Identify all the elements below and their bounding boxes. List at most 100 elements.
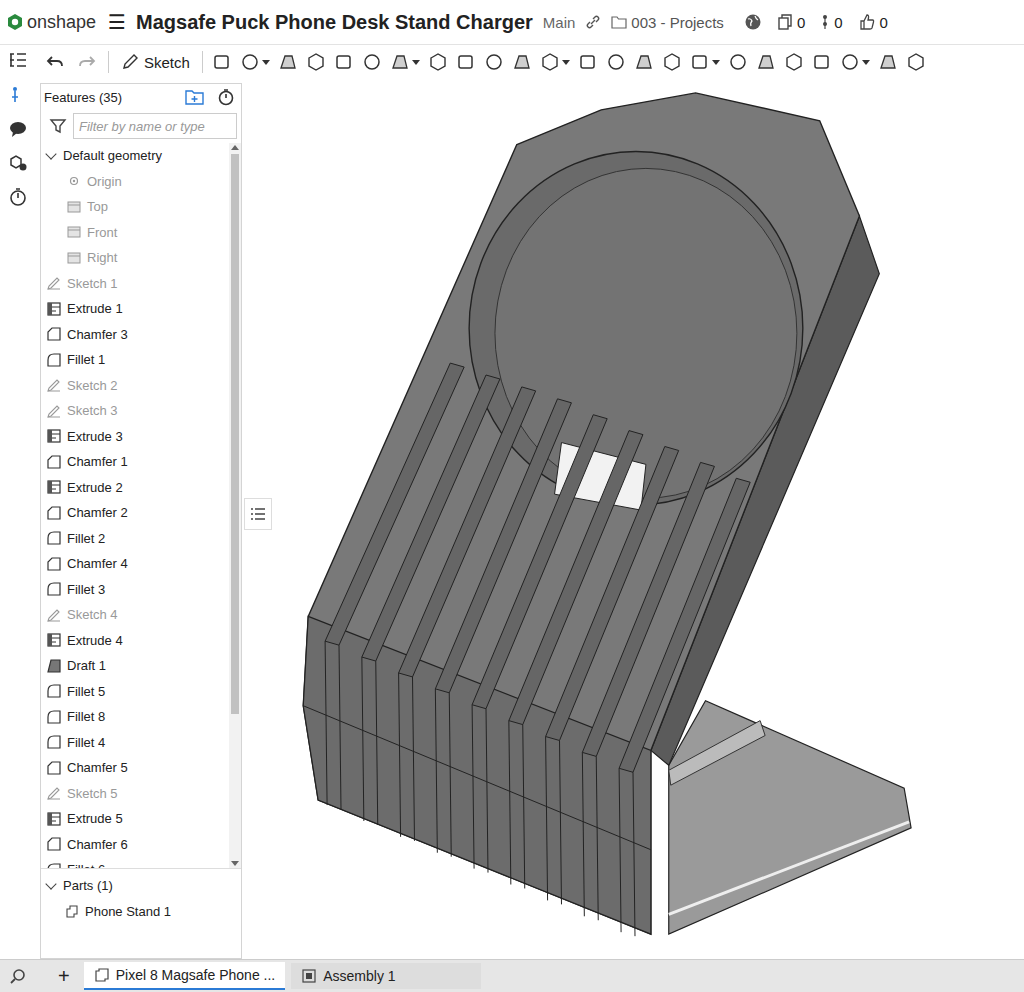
feature-item[interactable]: Sketch 3 [41,398,229,424]
folder-link[interactable]: 003 - Projects [611,14,724,31]
geometry-item[interactable]: Top [41,194,229,220]
rollback-timer-icon[interactable] [217,88,235,106]
scroll-thumb[interactable] [231,154,239,714]
document-tab[interactable]: Pixel 8 Magsafe Phone ... [84,962,286,990]
stopwatch-icon[interactable] [8,187,28,207]
geometry-item[interactable]: Origin [41,169,229,195]
counter[interactable]: 0 [859,14,888,31]
toolbar-tool[interactable] [275,52,301,72]
part-item[interactable]: Phone Stand 1 [41,899,241,925]
phone-stand-model[interactable] [242,83,1024,959]
dropdown-caret-icon[interactable] [862,60,870,65]
counter[interactable]: 0 [821,14,842,31]
scroll-up-icon[interactable] [231,145,239,150]
feature-item[interactable]: Extrude 4 [41,628,229,654]
feature-item[interactable]: Sketch 2 [41,373,229,399]
chamfer-icon [47,327,61,341]
feature-item[interactable]: Sketch 1 [41,271,229,297]
feature-item[interactable]: Fillet 2 [41,526,229,552]
add-tab-button[interactable]: + [50,965,78,988]
feature-item[interactable]: Sketch 5 [41,781,229,807]
dropdown-caret-icon[interactable] [562,60,570,65]
feature-item[interactable]: Fillet 5 [41,679,229,705]
feature-item[interactable]: Fillet 3 [41,577,229,603]
toolbar-tool[interactable] [537,52,573,72]
feature-item[interactable]: Extrude 3 [41,424,229,450]
toolbar-tool[interactable] [659,52,685,72]
feature-item[interactable]: Chamfer 3 [41,322,229,348]
search-icon[interactable] [10,968,26,984]
feature-item[interactable]: Fillet 4 [41,730,229,756]
toolbar-tool[interactable] [837,52,873,72]
branch-label[interactable]: Main [543,14,576,31]
geometry-item[interactable]: Right [41,245,229,271]
toolbar-tool[interactable] [753,52,779,72]
toolbar-tool[interactable] [481,52,507,72]
toolbar-tool[interactable] [303,52,329,72]
toolbar-tool[interactable] [331,52,357,72]
chevron-icon[interactable] [45,148,56,159]
toolbar-tool[interactable] [725,52,751,72]
onshape-logo[interactable]: onshape [6,12,96,33]
undo-icon[interactable] [46,53,64,71]
add-folder-icon[interactable] [185,88,205,106]
dropdown-caret-icon[interactable] [712,60,720,65]
toolbar-tool[interactable] [237,52,273,72]
feature-label: Fillet 6 [67,862,105,868]
feature-label: Chamfer 4 [67,556,128,571]
feature-item[interactable]: Draft 1 [41,653,229,679]
feature-item[interactable]: Fillet 8 [41,704,229,730]
toolbar-tool[interactable] [781,52,807,72]
toolbar-tool[interactable] [209,52,235,72]
default-geometry-group[interactable]: Default geometry [41,143,229,169]
feature-list-icon[interactable] [8,51,28,71]
toolbar-tool[interactable] [509,52,535,72]
menu-button[interactable]: ☰ [108,10,126,34]
split-icon [690,52,710,72]
feature-item[interactable]: Fillet 1 [41,347,229,373]
feature-item[interactable]: Chamfer 4 [41,551,229,577]
toolbar-tool[interactable] [875,52,901,72]
variables-icon[interactable] [8,85,28,105]
chevron-icon[interactable] [45,878,56,889]
feature-item[interactable]: Extrude 1 [41,296,229,322]
feature-item[interactable]: Sketch 4 [41,602,229,628]
scroll-down-icon[interactable] [231,861,239,866]
parts-group[interactable]: Parts (1) [41,873,241,899]
toolbar-tool[interactable] [387,52,423,72]
toolbar-tool[interactable] [425,52,451,72]
toolbar-tool[interactable] [603,52,629,72]
toolbar-tool[interactable] [631,52,657,72]
dropdown-caret-icon[interactable] [412,60,420,65]
feature-item[interactable]: Chamfer 2 [41,500,229,526]
toolbar-tool[interactable] [453,52,479,72]
graphics-area[interactable] [242,83,1024,959]
filter-input[interactable] [73,113,237,139]
feature-item[interactable]: Chamfer 1 [41,449,229,475]
feature-item[interactable]: Chamfer 6 [41,832,229,858]
feature-item[interactable]: Chamfer 5 [41,755,229,781]
link-icon[interactable] [585,14,601,30]
toolbar-tool[interactable] [687,52,723,72]
toolbar-tool[interactable] [359,52,385,72]
globe-icon[interactable] [744,13,762,31]
document-tab[interactable]: Assembly 1 [291,963,481,989]
feature-item[interactable]: Extrude 2 [41,475,229,501]
toolbar-tool[interactable] [575,52,601,72]
sketch-button[interactable]: Sketch [115,51,196,73]
panel-toggle[interactable] [244,498,272,530]
feature-item[interactable]: Fillet 6 [41,857,229,868]
appearances-icon[interactable] [8,153,28,173]
scrollbar[interactable] [229,143,241,868]
cylinder-icon [578,52,598,72]
comments-icon[interactable] [8,119,28,139]
toolbar-tool[interactable] [903,52,929,72]
feature-item[interactable]: Extrude 5 [41,806,229,832]
filter-icon[interactable] [49,117,67,135]
document-title[interactable]: Magsafe Puck Phone Desk Stand Charger [136,11,533,34]
dropdown-caret-icon[interactable] [262,60,270,65]
counter[interactable]: 0 [778,14,805,31]
geometry-item[interactable]: Front [41,220,229,246]
redo-icon[interactable] [78,53,96,71]
toolbar-tool[interactable] [809,52,835,72]
